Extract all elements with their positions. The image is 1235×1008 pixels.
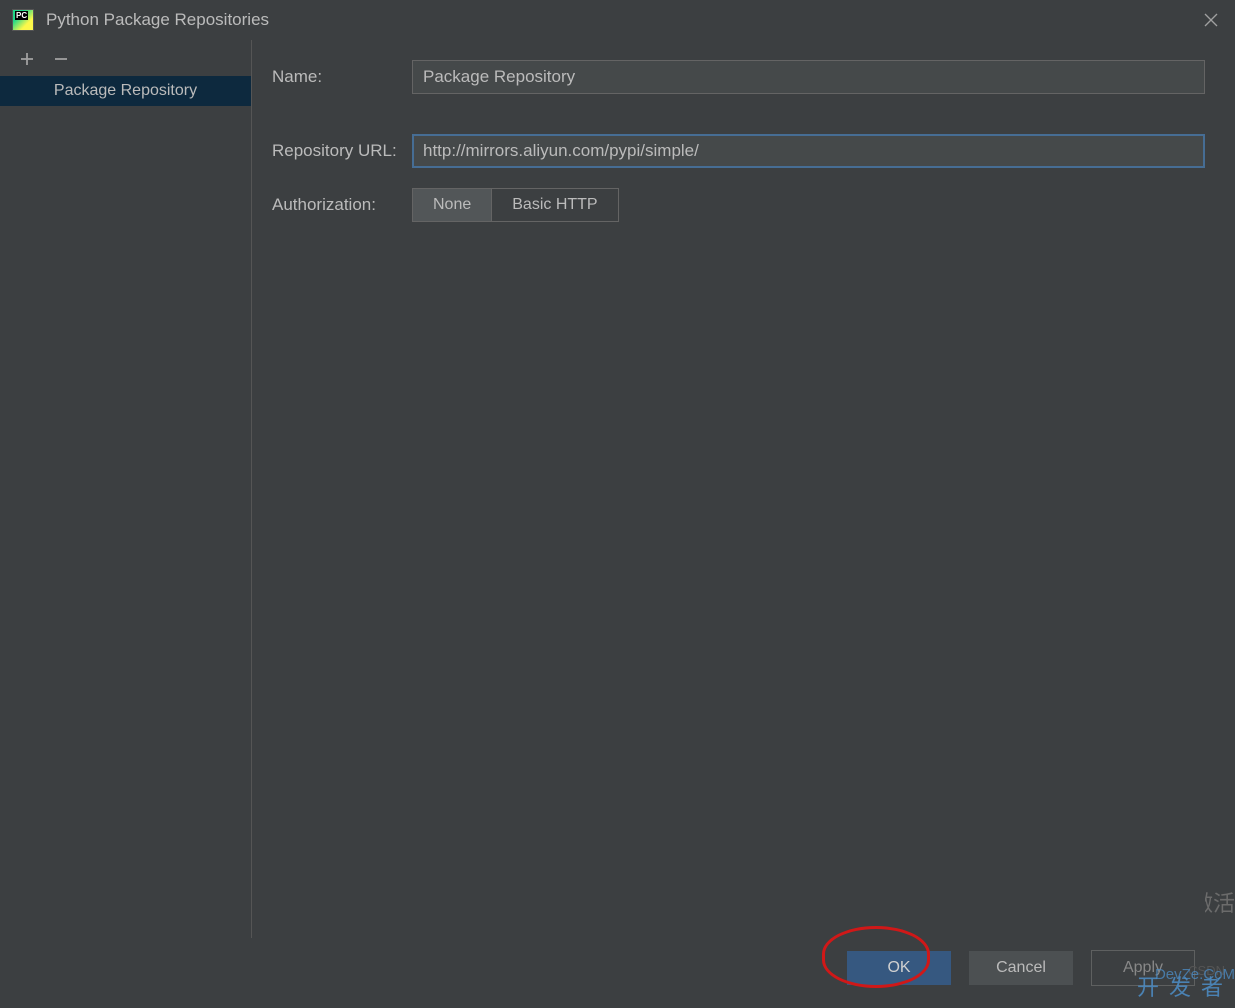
name-row: Name: [272, 60, 1205, 94]
name-input[interactable] [412, 60, 1205, 94]
auth-none-button[interactable]: None [413, 189, 491, 221]
url-label: Repository URL: [272, 141, 412, 161]
window-title: Python Package Repositories [46, 10, 269, 30]
plus-icon [20, 52, 34, 66]
close-icon [1204, 13, 1218, 27]
name-label: Name: [272, 67, 412, 87]
add-button[interactable] [18, 50, 36, 68]
cancel-button[interactable]: Cancel [969, 951, 1073, 985]
dialog-footer: OK Cancel Apply [0, 938, 1235, 1008]
url-input[interactable] [412, 134, 1205, 168]
remove-button[interactable] [52, 50, 70, 68]
sidebar-toolbar [0, 50, 251, 76]
auth-row: Authorization: None Basic HTTP [272, 188, 1205, 222]
ok-button[interactable]: OK [847, 951, 951, 985]
form-area: Name: Repository URL: Authorization: Non… [252, 40, 1235, 938]
titlebar: PC Python Package Repositories [0, 0, 1235, 40]
auth-basic-button[interactable]: Basic HTTP [491, 189, 617, 221]
sidebar: Package Repository [0, 40, 252, 938]
apply-button[interactable]: Apply [1091, 950, 1195, 986]
auth-label: Authorization: [272, 195, 412, 215]
pycharm-icon: PC [12, 9, 34, 31]
main-content: Package Repository Name: Repository URL:… [0, 40, 1235, 938]
repo-list-item[interactable]: Package Repository [0, 76, 251, 106]
auth-toggle-group: None Basic HTTP [412, 188, 619, 222]
close-button[interactable] [1199, 8, 1223, 32]
url-row: Repository URL: [272, 134, 1205, 168]
minus-icon [54, 52, 68, 66]
